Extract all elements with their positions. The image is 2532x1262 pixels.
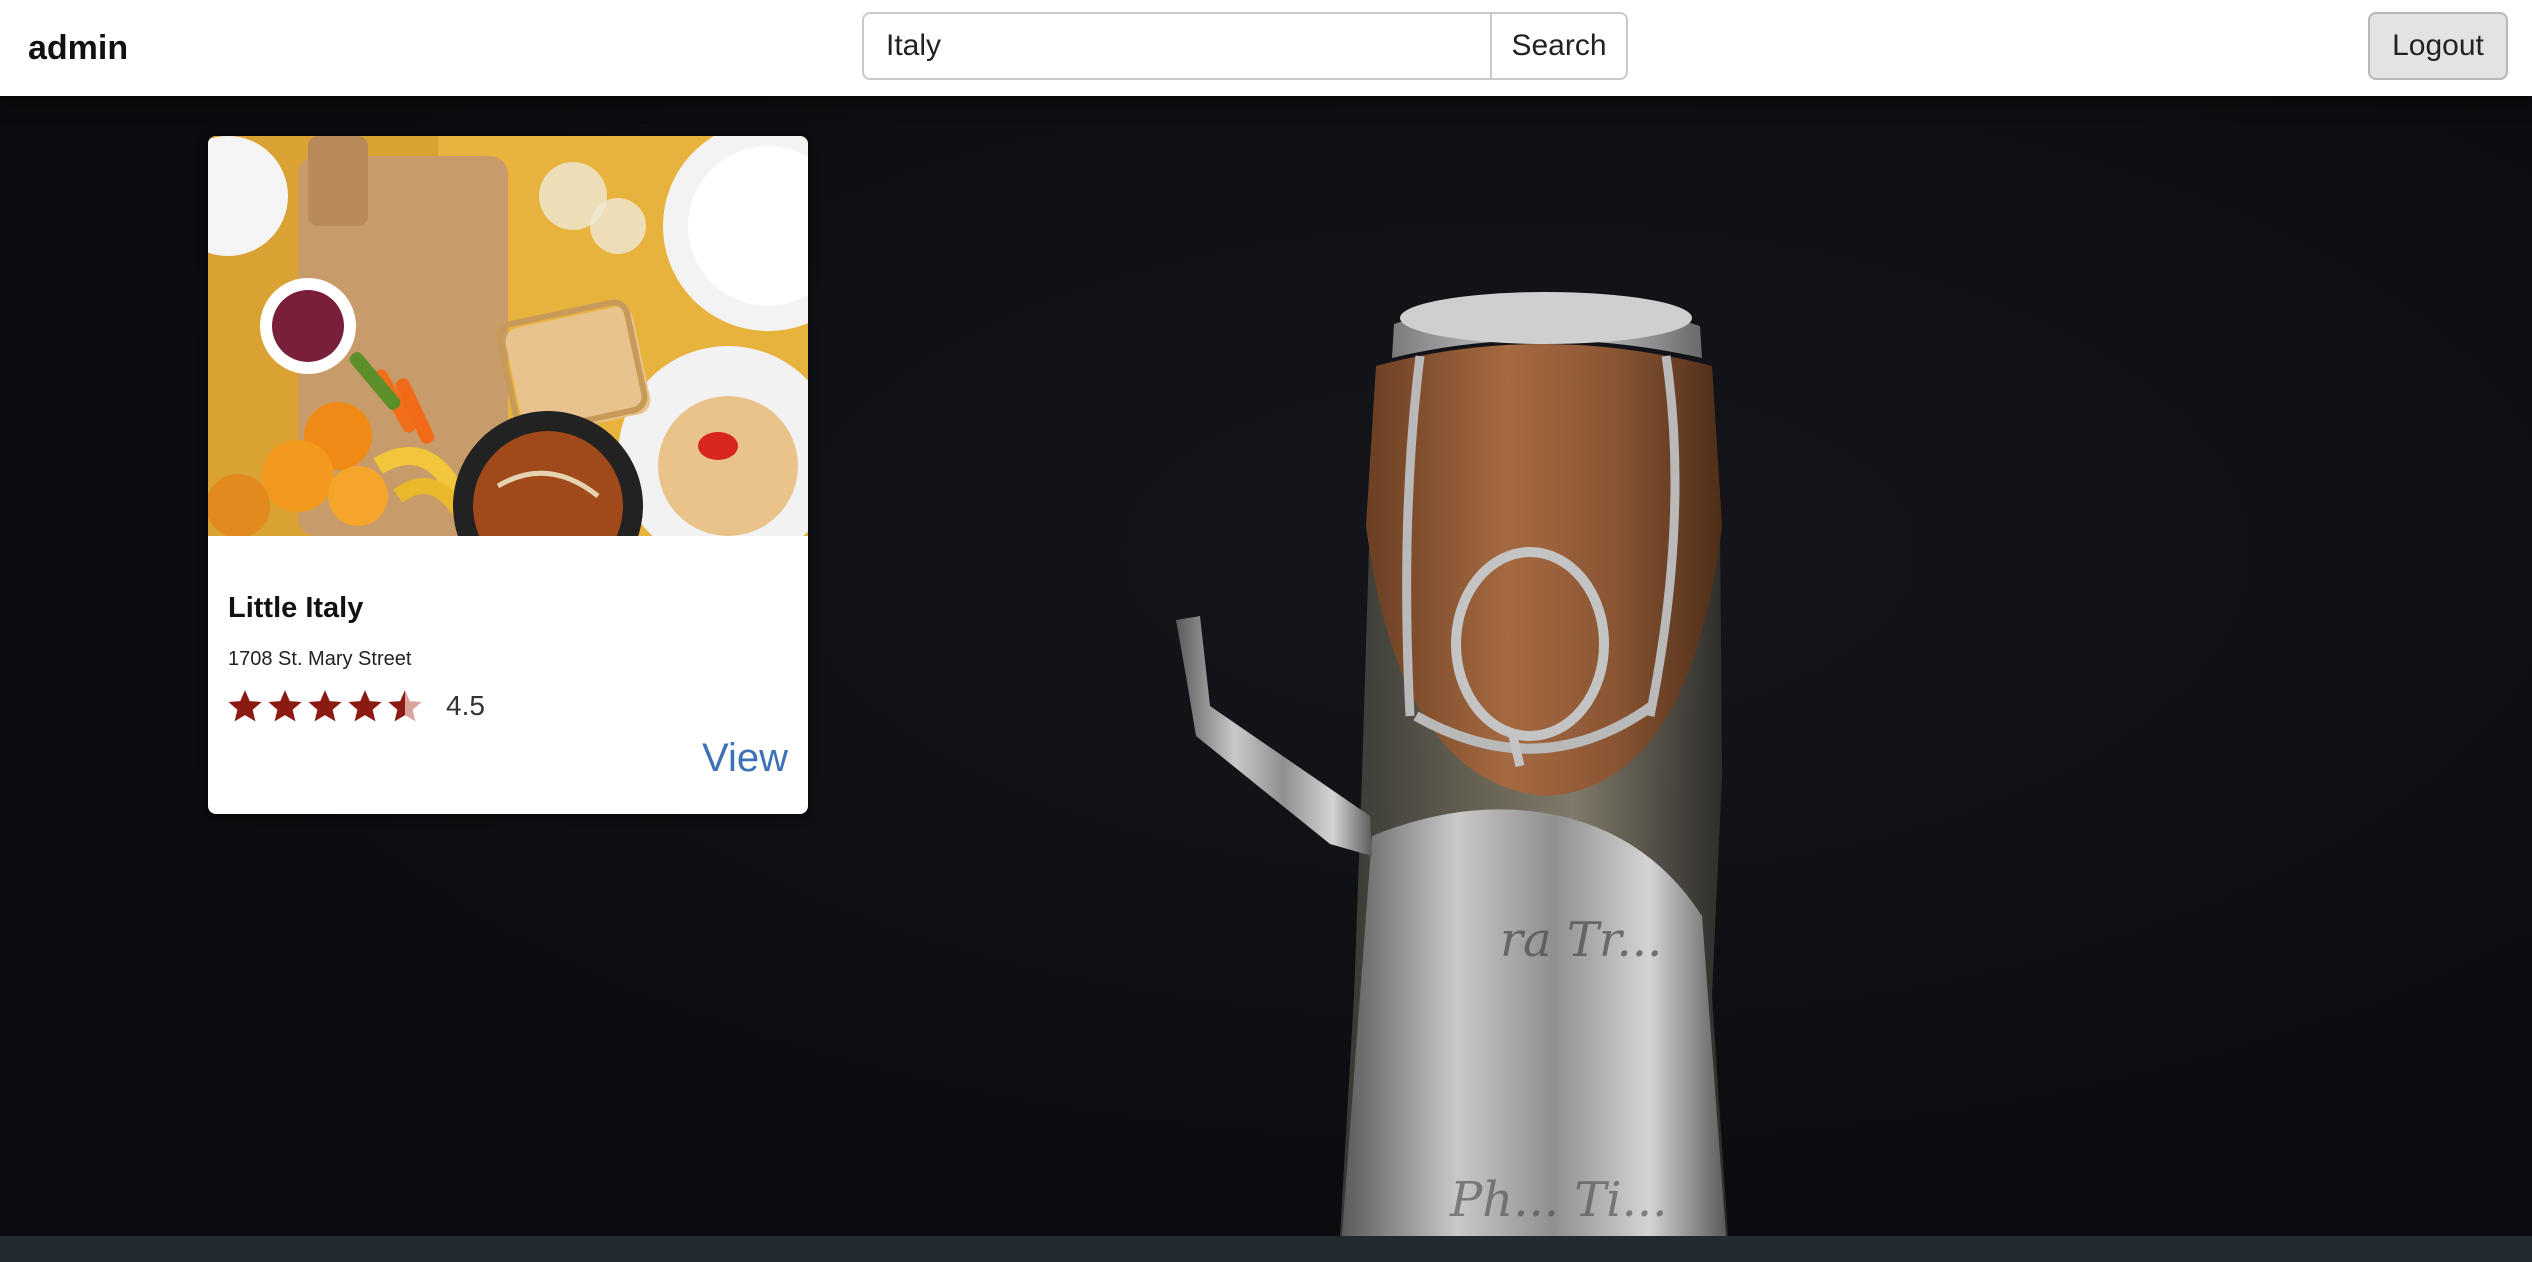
rating-value: 4.5	[446, 690, 485, 721]
star-full-icon	[308, 690, 342, 722]
star-half-icon	[388, 690, 422, 722]
restaurant-photo	[208, 136, 808, 536]
svg-text:Ph... Ti...: Ph... Ti...	[1449, 1172, 1667, 1228]
card-body: Little Italy 1708 St. Mary Street 4.5 Vi…	[208, 536, 808, 814]
svg-text:ra Tr...: ra Tr...	[1500, 912, 1662, 968]
view-restaurant-link[interactable]: View	[702, 736, 788, 781]
search-form: Search	[862, 12, 1628, 80]
restaurant-address: 1708 St. Mary Street	[228, 648, 412, 670]
star-full-icon	[228, 690, 262, 722]
rating-stars: 4.5	[226, 684, 485, 728]
username-brand[interactable]: admin	[28, 0, 128, 96]
star-full-icon	[268, 690, 302, 722]
restaurant-card: Little Italy 1708 St. Mary Street 4.5 Vi…	[208, 136, 808, 814]
restaurant-name: Little Italy	[228, 592, 364, 624]
star-full-icon	[348, 690, 382, 722]
footer-bar	[0, 1236, 2532, 1262]
search-input[interactable]	[862, 12, 1490, 80]
top-navbar: admin Search Logout	[0, 0, 2532, 96]
search-button[interactable]: Search	[1490, 12, 1628, 80]
logout-button[interactable]: Logout	[2368, 12, 2508, 80]
